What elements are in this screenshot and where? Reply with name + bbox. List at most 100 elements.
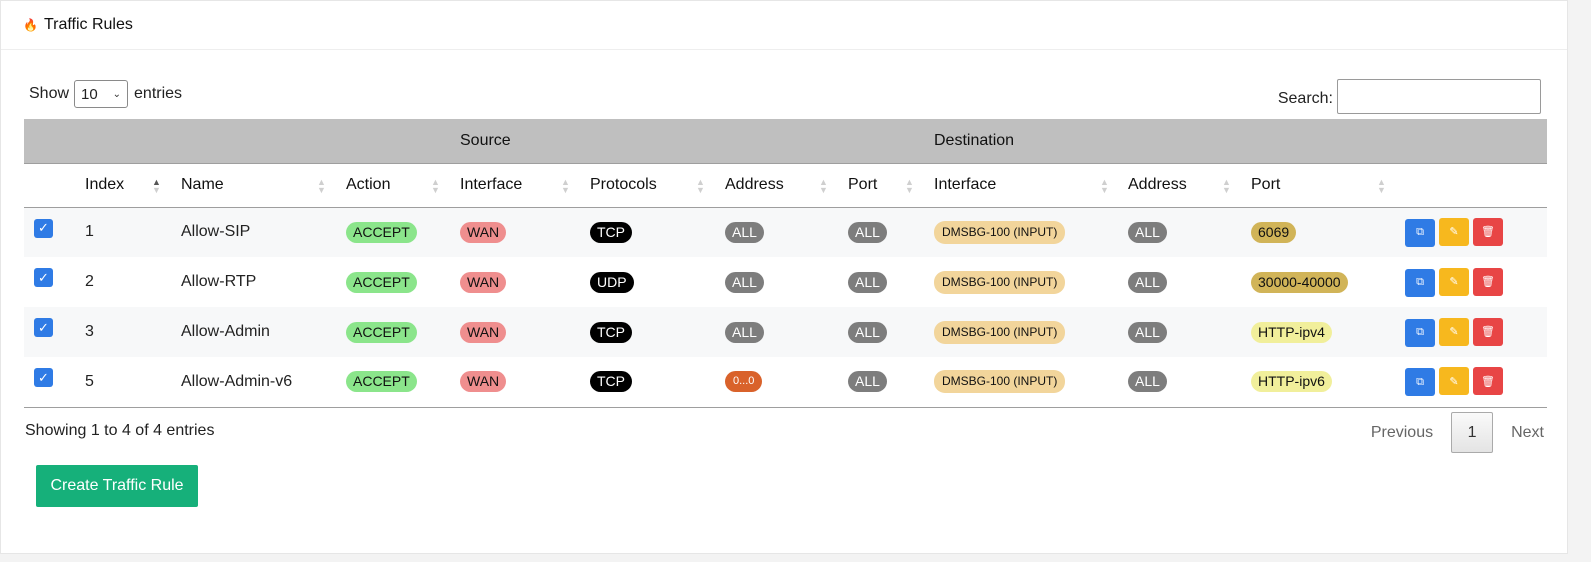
rule-name: Allow-Admin-v6 — [181, 357, 346, 408]
dst-address-badge: ALL — [1128, 271, 1167, 293]
row-checkbox[interactable]: ✓ — [34, 268, 53, 288]
delete-button[interactable]: 🗑 — [1473, 217, 1503, 246]
col-dst-interface[interactable]: Interface ▲ ▼ — [934, 163, 1128, 208]
delete-button[interactable]: 🗑 — [1473, 317, 1503, 346]
entries-label: entries — [134, 85, 183, 102]
dst-interface-badge: DMSBG-100 (INPUT) — [934, 370, 1066, 394]
row-checkbox[interactable]: ✓ — [34, 368, 53, 388]
col-src-port[interactable]: Port ▲ ▼ — [848, 163, 934, 208]
sort-icon: ▲ ▼ — [1222, 176, 1231, 195]
col-action[interactable]: Action ▲ ▼ — [346, 163, 460, 208]
dst-address-badge: ALL — [1128, 321, 1167, 343]
protocol-badge: TCP — [590, 371, 632, 393]
col-dst-address[interactable]: Address ▲ ▼ — [1128, 163, 1251, 208]
search-control: Search: — [1278, 79, 1541, 114]
rule-index: 5 — [85, 357, 181, 408]
interface-badge: WAN — [460, 321, 507, 343]
address-badge: ALL — [725, 321, 764, 343]
rule-name: Allow-RTP — [181, 273, 257, 290]
chevron-down-icon: ⌄ — [112, 88, 122, 100]
interface-badge: WAN — [460, 221, 507, 243]
sort-icon: ▲ ▼ — [905, 176, 914, 195]
next-button[interactable]: Next — [1511, 424, 1544, 442]
address-badge: 0...0 — [725, 371, 763, 393]
search-input[interactable] — [1337, 79, 1541, 114]
table-row: ✓ 3 Allow-Admin ACCEPT WAN TCP ALL ALL D… — [24, 307, 1547, 357]
rule-index: 2 — [85, 273, 94, 290]
col-protocols[interactable]: Protocols ▲ ▼ — [590, 163, 725, 208]
rule-name: Allow-SIP — [181, 207, 346, 257]
group-header-source: Source — [460, 119, 934, 164]
rule-index: 1 — [85, 207, 181, 257]
dst-address-badge: ALL — [1128, 371, 1167, 393]
sort-icon: ▲ ▼ — [317, 176, 326, 195]
sort-icon: ▲ ▼ — [696, 176, 705, 195]
protocol-badge: UDP — [590, 271, 634, 293]
dst-port-badge: HTTP-ipv6 — [1251, 371, 1332, 393]
show-label: Show — [29, 85, 70, 102]
table-row: ✓ 5 Allow-Admin-v6 ACCEPT WAN TCP 0...0 … — [24, 357, 1547, 408]
edit-button[interactable]: ✎ — [1439, 217, 1469, 246]
previous-button[interactable]: Previous — [1371, 424, 1433, 442]
copy-button[interactable]: ⧉ — [1405, 218, 1435, 247]
protocol-badge: TCP — [590, 321, 632, 343]
page-title: Traffic Rules — [43, 16, 133, 33]
rule-index: 3 — [85, 307, 181, 357]
dst-address-badge: ALL — [1128, 221, 1167, 243]
copy-button[interactable]: ⧉ — [1405, 318, 1435, 347]
sort-icon: ▲ ▼ — [431, 176, 440, 195]
rule-name: Allow-Admin — [181, 307, 346, 357]
entries-select[interactable]: 10 ⌄ — [74, 80, 129, 108]
sort-icon: ▲ ▼ — [152, 176, 161, 195]
col-index[interactable]: Index ▲ ▼ — [85, 163, 181, 208]
fire-icon: 🔥 — [23, 18, 38, 32]
row-checkbox[interactable]: ✓ — [34, 218, 53, 238]
pagination: Previous 1 Next — [1371, 412, 1544, 453]
column-header-row: Index ▲ ▼ Name ▲ ▼ Action ▲ ▼ Interface ▲ ▼ Prot… — [24, 163, 1547, 208]
edit-button[interactable]: ✎ — [1439, 267, 1469, 296]
port-badge: ALL — [848, 271, 887, 293]
col-dst-port[interactable]: Port ▲ ▼ — [1251, 163, 1405, 208]
delete-button[interactable]: 🗑 — [1473, 367, 1503, 396]
copy-button[interactable]: ⧉ — [1405, 268, 1435, 297]
port-badge: ALL — [848, 371, 887, 393]
page-button-1[interactable]: 1 — [1451, 412, 1494, 453]
sort-icon: ▲ ▼ — [561, 176, 570, 195]
copy-button[interactable]: ⧉ — [1405, 368, 1435, 397]
traffic-rules-table: Source Destination Index ▲ ▼ Name ▲ ▼ Action… — [24, 119, 1547, 408]
length-control: Show 10 ⌄ entries — [29, 79, 182, 109]
group-header-destination: Destination — [934, 119, 1547, 164]
dst-port-badge: 6069 — [1251, 221, 1297, 243]
action-badge: ACCEPT — [346, 271, 417, 293]
dst-port-badge: 30000-40000 — [1251, 271, 1348, 293]
delete-button[interactable]: 🗑 — [1473, 267, 1503, 296]
search-label: Search: — [1277, 89, 1333, 107]
action-badge: ACCEPT — [346, 321, 417, 343]
table-row: ✓ 1 Allow-SIP ACCEPT WAN TCP ALL ALL DMS… — [24, 207, 1547, 257]
address-badge: ALL — [725, 271, 764, 293]
group-header-row: Source Destination — [24, 119, 1547, 164]
protocol-badge: TCP — [590, 221, 632, 243]
entries-select-value: 10 — [81, 85, 98, 103]
dst-port-badge: HTTP-ipv4 — [1251, 321, 1332, 343]
port-badge: ALL — [848, 221, 887, 243]
card-header: 🔥 Traffic Rules — [1, 1, 1567, 50]
table-controls: Show 10 ⌄ entries Search: — [29, 79, 1541, 114]
sort-icon: ▲ ▼ — [819, 176, 828, 195]
address-badge: ALL — [725, 221, 764, 243]
col-name[interactable]: Name ▲ ▼ — [181, 163, 346, 208]
col-src-interface[interactable]: Interface ▲ ▼ — [460, 163, 590, 208]
col-src-address[interactable]: Address ▲ ▼ — [725, 163, 848, 208]
traffic-rules-card: 🔥 Traffic Rules Show 10 ⌄ entries Search… — [0, 0, 1568, 554]
table-row: ✓ 2 Allow-RTP ACCEPT WAN UDP ALL ALL DMS… — [24, 257, 1547, 307]
interface-badge: WAN — [460, 371, 507, 393]
edit-button[interactable]: ✎ — [1439, 317, 1469, 346]
interface-badge: WAN — [460, 271, 507, 293]
create-traffic-rule-button[interactable]: Create Traffic Rule — [36, 465, 198, 507]
action-badge: ACCEPT — [346, 221, 417, 243]
sort-icon: ▲ ▼ — [1100, 176, 1109, 195]
dst-interface-badge: DMSBG-100 (INPUT) — [934, 320, 1066, 344]
row-checkbox[interactable]: ✓ — [34, 318, 53, 338]
port-badge: ALL — [848, 321, 887, 343]
edit-button[interactable]: ✎ — [1439, 367, 1469, 396]
